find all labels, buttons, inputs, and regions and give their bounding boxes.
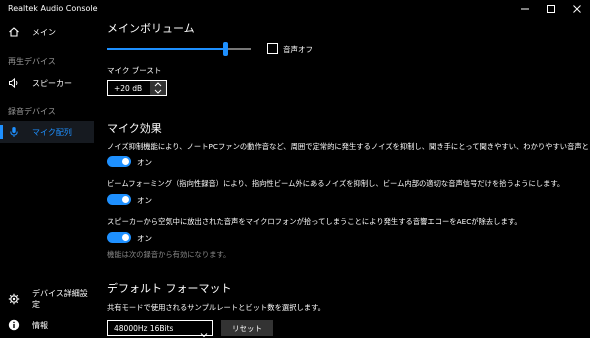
slider-thumb[interactable] — [222, 42, 228, 56]
microphone-icon — [8, 126, 20, 138]
sidebar-item-label: メイン — [32, 27, 56, 37]
playback-devices-header: 再生デバイス — [8, 57, 56, 66]
sidebar-item-label: 情報 — [32, 320, 48, 330]
slider-fill — [107, 48, 226, 50]
default-format-description: 共有モードで使用されるサンプルレートとビット数を選択します。 — [107, 303, 325, 312]
reset-button[interactable]: リセット — [221, 320, 273, 336]
sidebar-item-label: スピーカー — [32, 78, 72, 88]
gear-icon — [8, 293, 20, 305]
sidebar-item-device-settings[interactable]: デバイス詳細設定 — [0, 288, 94, 310]
toggle-knob — [122, 234, 129, 241]
mute-checkbox[interactable] — [267, 43, 278, 54]
window-controls — [512, 0, 590, 18]
mic-boost-value: +20 dB — [114, 84, 143, 93]
chevron-down-icon — [154, 89, 162, 94]
main-volume-title: メインボリューム — [107, 22, 195, 35]
beamforming-toggle[interactable] — [107, 194, 131, 205]
toggle-state-label: オン — [137, 196, 152, 205]
close-button[interactable] — [564, 0, 590, 18]
maximize-button[interactable] — [538, 0, 564, 18]
recording-devices-header: 録音デバイス — [8, 107, 56, 116]
sidebar-item-label: デバイス詳細設定 — [32, 289, 88, 309]
sidebar: メイン 再生デバイス スピーカー 録音デバイス マイク配列 デバイス詳細設定 情… — [0, 18, 94, 338]
selection-indicator — [0, 125, 3, 139]
maximize-icon — [547, 5, 555, 13]
sidebar-item-label: マイク配列 — [32, 127, 72, 137]
home-icon — [8, 26, 20, 38]
sidebar-item-mic-array[interactable]: マイク配列 — [0, 121, 94, 143]
info-icon — [8, 319, 20, 331]
app-title: Realtek Audio Console — [8, 4, 98, 13]
default-format-title: デフォルト フォーマット — [107, 282, 232, 295]
title-bar: Realtek Audio Console — [0, 0, 590, 18]
format-select[interactable]: 48000Hz 16Bits — [107, 320, 213, 338]
decrease-button[interactable] — [150, 88, 166, 95]
aec-description: スピーカーから空気中に放出された音声をマイクロフォンが拾ってしまうことにより発生… — [107, 217, 522, 226]
minimize-button[interactable] — [512, 0, 538, 18]
format-select-value: 48000Hz 16Bits — [114, 324, 174, 333]
noise-suppression-toggle[interactable] — [107, 156, 131, 167]
mic-boost-stepper[interactable]: +20 dB — [107, 80, 167, 96]
restart-note: 機能は次の録音から有効になります。 — [107, 250, 231, 259]
sidebar-item-info[interactable]: 情報 — [0, 314, 94, 336]
mic-boost-label: マイク ブースト — [107, 66, 162, 75]
speaker-icon — [8, 77, 20, 89]
chevron-up-icon — [154, 82, 162, 87]
noise-suppression-description: ノイズ抑制機能により、ノートPCファンの動作音など、周囲で定常的に発生するノイズ… — [107, 142, 590, 151]
toggle-knob — [122, 196, 129, 203]
mute-label: 音声オフ — [283, 45, 313, 54]
minimize-icon — [521, 8, 529, 10]
aec-toggle[interactable] — [107, 232, 131, 243]
sidebar-item-main[interactable]: メイン — [0, 21, 94, 43]
beamforming-description: ビームフォーミング（指向性録音）により、指向性ビーム外にあるノイズを抑制し、ビー… — [107, 179, 565, 188]
increase-button[interactable] — [150, 81, 166, 88]
toggle-state-label: オン — [137, 158, 152, 167]
main-volume-slider[interactable] — [107, 42, 251, 56]
toggle-state-label: オン — [137, 234, 152, 243]
chevron-down-icon — [200, 324, 208, 338]
sidebar-item-speaker[interactable]: スピーカー — [0, 72, 94, 94]
mic-effects-title: マイク効果 — [107, 122, 162, 135]
close-icon — [573, 5, 581, 13]
toggle-knob — [122, 158, 129, 165]
main-content: メインボリューム 音声オフ マイク ブースト +20 dB マイク効果 ノイズ抑… — [94, 18, 590, 338]
